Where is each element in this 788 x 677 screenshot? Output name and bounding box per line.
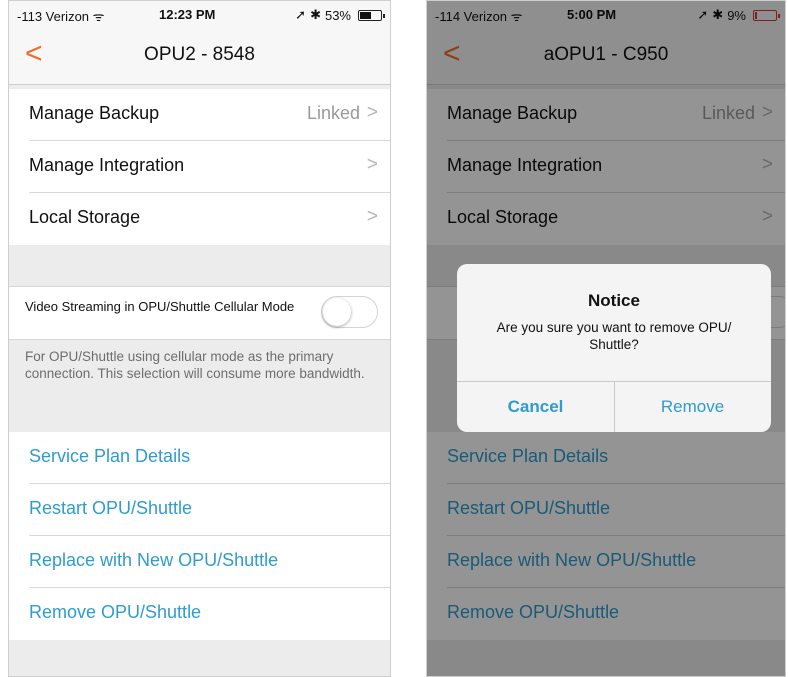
page-title: OPU2 - 8548 xyxy=(144,44,255,65)
carrier-signal: -113 Verizon ᯤ xyxy=(17,9,105,24)
alert-title: Notice xyxy=(588,291,640,310)
video-streaming-label: Video Streaming in OPU/Shuttle Cellular … xyxy=(25,299,295,314)
video-streaming-row: Video Streaming in OPU/Shuttle Cellular … xyxy=(9,286,390,340)
action-label: Restart OPU/Shuttle xyxy=(29,498,193,518)
replace-opu-link[interactable]: Replace with New OPU/Shuttle xyxy=(9,536,390,588)
manage-integration-label: Manage Integration xyxy=(29,155,185,175)
remove-opu-link[interactable]: Remove OPU/Shuttle xyxy=(9,588,390,640)
local-storage-label: Local Storage xyxy=(29,207,141,227)
manage-backup-row[interactable]: Manage Backup Linked > xyxy=(9,89,390,141)
video-streaming-footnote: For OPU/Shuttle using cellular mode as t… xyxy=(25,349,365,381)
action-label: Service Plan Details xyxy=(29,446,191,466)
action-label: Replace with New OPU/Shuttle xyxy=(29,550,279,570)
bluetooth-icon: ✱ xyxy=(310,7,321,22)
status-time: 12:23 PM xyxy=(159,7,216,22)
notice-alert-dialog: Notice Are you sure you want to remove O… xyxy=(457,264,771,432)
actions-group: Service Plan Details Restart OPU/Shuttle… xyxy=(9,432,390,640)
remove-button[interactable]: Remove xyxy=(614,381,771,432)
chevron-right-icon: > xyxy=(366,154,378,175)
chevron-right-icon: > xyxy=(366,102,378,123)
phone-screen-remove-dialog: -114 Verizon ᯤ 5:00 PM ➚ ✱ 9% < aOPU1 - … xyxy=(426,0,786,677)
chevron-right-icon: > xyxy=(366,206,378,227)
cancel-button[interactable]: Cancel xyxy=(457,381,614,432)
action-label: Remove OPU/Shuttle xyxy=(29,602,202,622)
phone-screen-settings: -113 Verizon ᯤ 12:23 PM ➚ ✱ 53% < OPU2 -… xyxy=(8,0,391,677)
battery-percent: 53% xyxy=(324,7,351,23)
navigation-bar: < OPU2 - 8548 xyxy=(9,27,390,85)
status-bar: -113 Verizon ᯤ 12:23 PM ➚ ✱ 53% xyxy=(9,1,390,27)
manage-backup-label: Manage Backup xyxy=(29,103,160,123)
manage-integration-row[interactable]: Manage Integration > xyxy=(9,141,390,193)
location-icon: ➚ xyxy=(295,7,307,22)
manage-backup-value: Linked xyxy=(306,103,360,123)
settings-group: Manage Backup Linked > Manage Integratio… xyxy=(9,89,390,245)
restart-opu-link[interactable]: Restart OPU/Shuttle xyxy=(9,484,390,536)
wifi-icon: ᯤ xyxy=(92,9,105,24)
alert-message: Are you sure you want to remove OPU/ Shu… xyxy=(496,320,732,352)
battery-icon xyxy=(358,9,385,21)
service-plan-details-link[interactable]: Service Plan Details xyxy=(9,432,390,484)
toggle-knob xyxy=(323,298,351,326)
video-streaming-toggle[interactable] xyxy=(321,296,378,328)
battery-fill xyxy=(360,11,371,19)
local-storage-row[interactable]: Local Storage > xyxy=(9,193,390,245)
